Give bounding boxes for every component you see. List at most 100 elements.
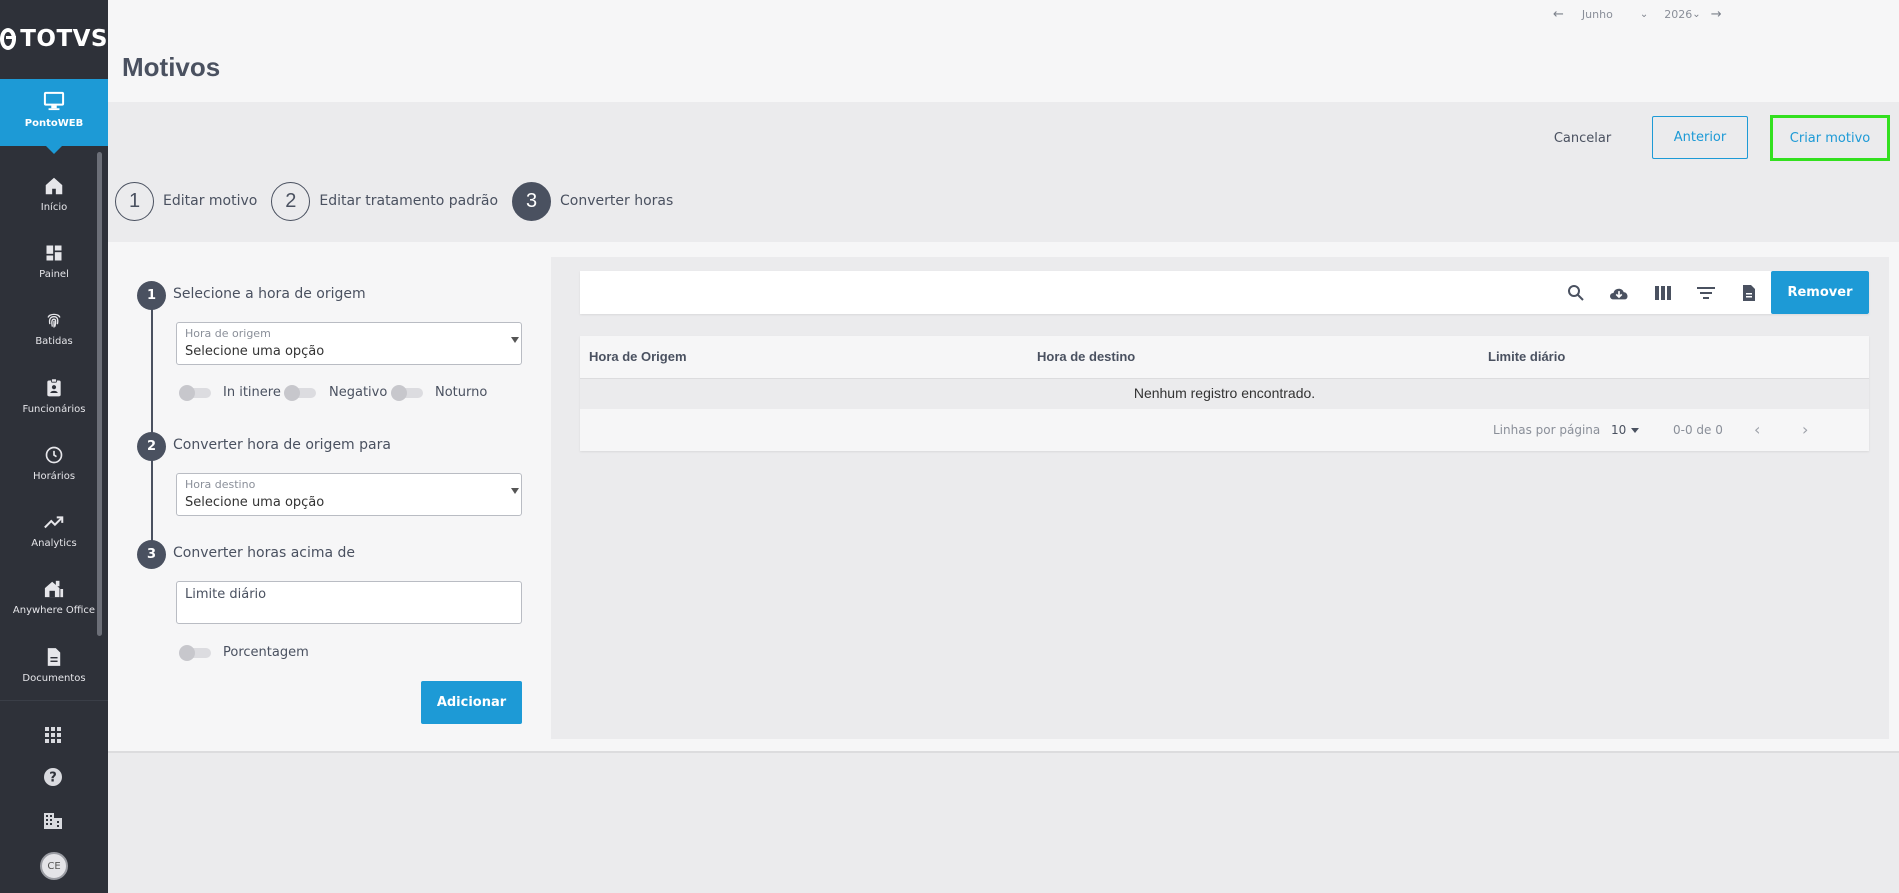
origin-hour-select[interactable]: Hora de origem Selecione uma opção	[176, 322, 522, 365]
dropdown-caret-icon[interactable]	[1631, 428, 1639, 433]
next-page-icon[interactable]: ›	[1802, 420, 1808, 439]
sidebar-nav: Início Painel Batidas Funcionários Horár…	[0, 160, 108, 698]
home-office-icon	[43, 578, 65, 600]
sidebar-item-inicio[interactable]: Início	[0, 160, 108, 227]
cloud-download-icon[interactable]	[1607, 281, 1631, 305]
chevron-down-icon[interactable]: ⌄	[1692, 9, 1700, 20]
year-select[interactable]: 2026	[1664, 8, 1692, 21]
empty-message: Nenhum registro encontrado.	[580, 379, 1869, 409]
negativo-toggle[interactable]	[284, 385, 318, 401]
home-icon	[43, 175, 65, 197]
toggle-label: In itinere	[223, 385, 281, 400]
remove-button[interactable]: Remover	[1771, 271, 1869, 314]
apps-grid-icon[interactable]	[42, 724, 64, 746]
pagination: Linhas por página 10 0-0 de 0 ‹ ›	[580, 409, 1869, 451]
sidebar-item-documentos[interactable]: Documentos	[0, 631, 108, 698]
avatar[interactable]: CE	[40, 852, 68, 880]
stepper: 1 Editar motivo 2 Editar tratamento padr…	[115, 181, 687, 221]
results-table: Hora de Origem Hora de destino Limite di…	[580, 336, 1869, 451]
cancel-button[interactable]: Cancelar	[1540, 117, 1625, 159]
next-month-arrow-icon[interactable]: →	[1711, 7, 1722, 22]
section-title: Converter horas acima de	[173, 545, 356, 561]
toggle-label: Porcentagem	[223, 645, 309, 660]
sidebar: TOTVS PontoWEB Início Painel Batidas Fun…	[0, 0, 108, 893]
column-header-limite-diario[interactable]: Limite diário	[1488, 349, 1565, 364]
sidebar-item-label: Painel	[39, 268, 69, 280]
select-label: Hora destino	[185, 478, 256, 491]
step-number: 2	[271, 181, 311, 221]
sidebar-item-batidas[interactable]: Batidas	[0, 295, 108, 362]
badge-icon	[43, 377, 65, 399]
select-label: Hora de origem	[185, 327, 271, 340]
trending-up-icon	[43, 511, 65, 533]
form-step-number: 1	[137, 281, 166, 310]
sidebar-item-label: Início	[40, 201, 68, 213]
column-header-hora-origem[interactable]: Hora de Origem	[589, 349, 687, 364]
form-step-number: 2	[137, 432, 166, 461]
select-value: Selecione uma opção	[185, 495, 325, 510]
toggle-label: Negativo	[329, 385, 388, 400]
step-editar-tratamento[interactable]: 2 Editar tratamento padrão	[271, 181, 499, 221]
clock-icon	[43, 444, 65, 466]
page-title: Motivos	[122, 52, 221, 82]
rows-per-page-select[interactable]: 10	[1611, 423, 1626, 437]
previous-month-arrow-icon[interactable]: ←	[1553, 7, 1564, 22]
step-converter-horas[interactable]: 3 Converter horas	[512, 181, 674, 221]
toggle-label: Noturno	[435, 385, 488, 400]
section-title: Selecione a hora de origem	[173, 286, 366, 302]
select-value: Selecione uma opção	[185, 344, 325, 359]
add-button[interactable]: Adicionar	[421, 681, 522, 724]
sidebar-app-pontoweb[interactable]: PontoWEB	[0, 79, 108, 154]
month-select[interactable]: Junho	[1582, 8, 1640, 21]
sidebar-item-label: Funcionários	[22, 403, 86, 415]
grid-toolbar	[580, 271, 1869, 314]
dropdown-caret-icon	[511, 337, 519, 343]
sidebar-item-funcionarios[interactable]: Funcionários	[0, 362, 108, 429]
dropdown-caret-icon	[511, 488, 519, 494]
in-itinere-toggle[interactable]	[179, 385, 213, 401]
svg-text:?: ?	[49, 771, 57, 786]
pagination-range: 0-0 de 0	[1673, 423, 1723, 437]
sidebar-item-label: Documentos	[22, 672, 86, 684]
column-header-hora-destino[interactable]: Hora de destino	[1037, 349, 1135, 364]
sidebar-scrollbar[interactable]	[97, 152, 102, 636]
document-icon[interactable]	[1737, 281, 1761, 305]
destination-hour-select[interactable]: Hora destino Selecione uma opção	[176, 473, 522, 516]
filter-icon[interactable]	[1694, 281, 1718, 305]
create-motivo-button[interactable]: Criar motivo	[1770, 115, 1890, 161]
sidebar-item-anywhere-office[interactable]: Anywhere Office	[0, 564, 108, 631]
form-step-number: 3	[137, 540, 166, 569]
step-label: Editar tratamento padrão	[319, 193, 499, 209]
logo-text: TOTVS	[20, 26, 108, 52]
sidebar-app-label: PontoWEB	[24, 118, 84, 129]
help-icon[interactable]: ?	[42, 766, 64, 788]
rows-per-page-label: Linhas por página	[1493, 423, 1601, 437]
previous-button[interactable]: Anterior	[1652, 116, 1748, 159]
search-icon[interactable]	[1564, 281, 1588, 305]
sidebar-item-painel[interactable]: Painel	[0, 227, 108, 294]
sidebar-item-label: Horários	[32, 470, 76, 482]
grid-area	[551, 257, 1889, 739]
fingerprint-icon	[43, 309, 65, 331]
sidebar-item-label: Batidas	[35, 336, 73, 348]
date-selector: ← Junho ⌄ 2026 ⌄ →	[1553, 6, 1722, 22]
chevron-down-icon[interactable]: ⌄	[1640, 9, 1648, 20]
step-label: Converter horas	[560, 193, 674, 209]
dashboard-icon	[43, 242, 65, 264]
previous-page-icon[interactable]: ‹	[1754, 420, 1760, 439]
noturno-toggle[interactable]	[391, 385, 425, 401]
columns-icon[interactable]	[1651, 281, 1675, 305]
totvs-logo[interactable]: TOTVS	[0, 0, 108, 78]
daily-limit-input[interactable]: Limite diário	[176, 581, 522, 624]
step-editar-motivo[interactable]: 1 Editar motivo	[115, 181, 258, 221]
step-label: Editar motivo	[163, 193, 258, 209]
monitor-icon	[43, 91, 65, 111]
sidebar-item-horarios[interactable]: Horários	[0, 429, 108, 496]
table-header: Hora de Origem Hora de destino Limite di…	[580, 336, 1869, 379]
sidebar-item-analytics[interactable]: Analytics	[0, 496, 108, 563]
totvs-logo-mark-icon	[0, 28, 17, 50]
sidebar-item-label: Anywhere Office	[12, 605, 96, 617]
section-title: Converter hora de origem para	[173, 437, 391, 453]
building-icon[interactable]	[42, 810, 64, 832]
percentage-toggle[interactable]	[179, 645, 213, 661]
